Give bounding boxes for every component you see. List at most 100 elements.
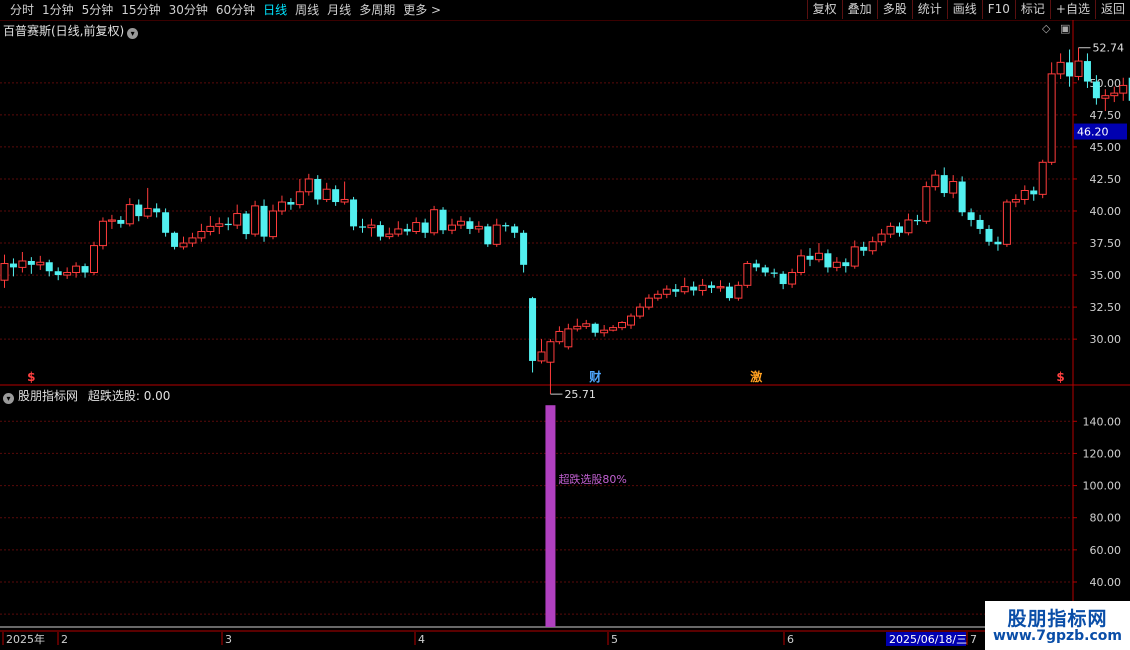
candle-body [967, 212, 975, 220]
candle-body [976, 219, 984, 229]
candle-body [430, 209, 439, 234]
candle-body [206, 225, 215, 233]
candle-body [564, 328, 573, 348]
event-marker: 财 [588, 369, 601, 384]
candle-body [439, 209, 447, 231]
candle-body [135, 204, 143, 217]
y-tick-label: 30.00 [1090, 333, 1122, 346]
candle-body [36, 261, 45, 266]
toolbar-buttons: 复权 叠加 多股 统计 画线 F10 标记 +自选 返回 [806, 0, 1130, 19]
candle-body [555, 330, 564, 343]
y-tick-label: 35.00 [1090, 269, 1122, 282]
candle-body [609, 327, 618, 331]
period-tab-4[interactable]: 30分钟 [165, 1, 212, 19]
toolbar-button-7[interactable]: +自选 [1049, 0, 1095, 19]
candle-body [215, 223, 224, 227]
candle-body [72, 265, 81, 274]
candle-body [743, 263, 752, 286]
date-label: 5 [611, 633, 618, 646]
y-tick-label: 47.50 [1090, 109, 1122, 122]
candle-body [153, 208, 161, 213]
period-tab-7[interactable]: 周线 [291, 1, 323, 19]
period-tab-3[interactable]: 15分钟 [117, 1, 164, 19]
candle-body [1002, 201, 1011, 245]
period-tab-10[interactable]: 更多 > [399, 1, 445, 19]
candle-body [931, 174, 940, 188]
period-tab-1[interactable]: 1分钟 [38, 1, 78, 19]
candle-body [618, 321, 627, 329]
candle-body [1047, 73, 1056, 163]
candle-body [287, 202, 295, 205]
toolbar-button-5[interactable]: F10 [981, 0, 1015, 19]
candle-body [653, 293, 662, 299]
candle-body [197, 231, 206, 239]
candle-body [107, 219, 116, 222]
chart-corner-icons[interactable]: ◇ ▣ [1042, 22, 1070, 35]
candle-body [90, 245, 98, 274]
main-chart-title[interactable]: 百普赛斯(日线,前复权) ▾ [3, 22, 139, 39]
candle-body [761, 267, 769, 273]
chevron-down-icon[interactable]: ▾ [3, 393, 14, 404]
candle-body [904, 219, 913, 234]
candle-body [860, 246, 868, 251]
chevron-down-icon[interactable]: ▾ [127, 28, 139, 39]
signal-annotation: 超跌选股80% [558, 472, 626, 486]
candle-body [45, 262, 53, 272]
candle-body [958, 181, 966, 213]
candle-body [332, 189, 340, 203]
chart-canvas[interactable]: 30.00 32.50 35.00 37.50 40.00 42.50 45.00 47.50… [0, 0, 1130, 650]
candle-body [376, 225, 384, 237]
candle-body [162, 212, 170, 233]
stock-title: 百普赛斯(日线,前复权) [3, 24, 125, 38]
toolbar-button-1[interactable]: 叠加 [841, 0, 877, 19]
period-tabs: 分时 1分钟 5分钟 15分钟 30分钟 60分钟 日线 周线 月线 多周期 更多 > [6, 1, 445, 19]
candle-body [582, 323, 591, 327]
period-tab-5[interactable]: 60分钟 [212, 1, 259, 19]
y-tick-label: 40.00 [1090, 205, 1122, 218]
toolbar-button-4[interactable]: 画线 [946, 0, 982, 19]
candle-body [734, 284, 743, 299]
candle-body [492, 224, 501, 245]
period-tab-0[interactable]: 分时 [6, 1, 38, 19]
toolbar-button-8[interactable]: 返回 [1094, 0, 1130, 19]
candle-body [520, 232, 528, 265]
candle-body [770, 272, 778, 274]
candle-body [1083, 61, 1091, 82]
period-tab-2[interactable]: 5分钟 [78, 1, 118, 19]
candle-body [474, 225, 483, 230]
y-tick-label: 37.50 [1090, 237, 1122, 250]
candle-body [143, 207, 152, 217]
candle-body [698, 284, 707, 291]
y-tick-label: 32.50 [1090, 301, 1122, 314]
candle-body [922, 186, 931, 222]
window-toggle-icon[interactable]: ▣ [1060, 22, 1070, 35]
period-tab-8[interactable]: 月线 [323, 1, 355, 19]
toolbar-button-3[interactable]: 统计 [911, 0, 947, 19]
candle-body [511, 226, 519, 233]
candle-body [868, 241, 877, 252]
indicator-tick-label: 80.00 [1090, 512, 1122, 525]
candle-body [448, 224, 456, 231]
period-tab-6[interactable]: 日线 [259, 1, 291, 19]
candle-body [260, 205, 268, 237]
y-tick-label: 45.00 [1090, 141, 1122, 154]
candle-body [277, 201, 286, 212]
candle-body [1110, 92, 1119, 97]
diamond-icon[interactable]: ◇ [1042, 22, 1050, 35]
candle-body [242, 213, 250, 235]
candle-body [824, 253, 832, 268]
current-price-label: 46.20 [1077, 126, 1109, 139]
toolbar-button-2[interactable]: 多股 [876, 0, 912, 19]
period-tab-9[interactable]: 多周期 [355, 1, 399, 19]
candle-body [456, 220, 465, 226]
candle-body [591, 323, 599, 333]
indicator-title-bar[interactable]: ▾ 股朋指标网 超跌选股: 0.00 [3, 387, 170, 404]
candle-body [877, 233, 886, 243]
candle-body [394, 228, 403, 235]
toolbar-button-0[interactable]: 复权 [806, 0, 842, 19]
candle-body [529, 298, 537, 361]
toolbar-button-6[interactable]: 标记 [1014, 0, 1050, 19]
candle-body [537, 351, 546, 362]
candle-body [359, 226, 366, 228]
candle-body [1101, 95, 1110, 99]
